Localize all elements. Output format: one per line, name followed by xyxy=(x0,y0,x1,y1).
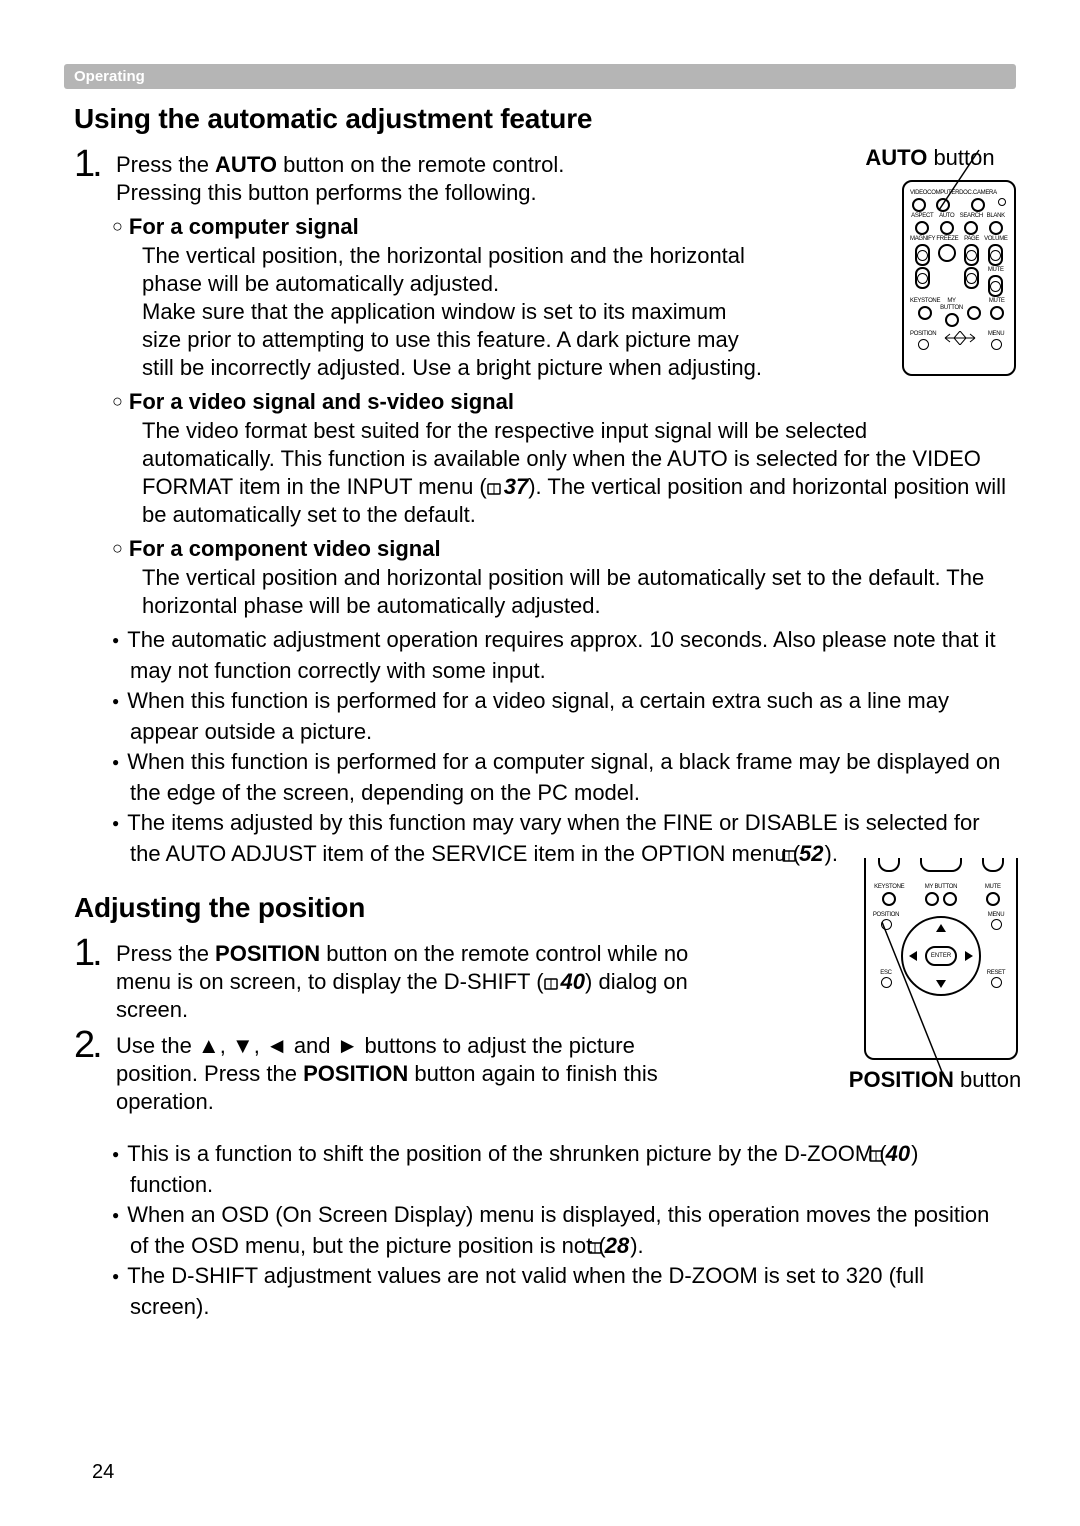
bullet-item: When this function is performed for a co… xyxy=(112,748,1006,807)
remote-illustration-auto: VIDEO COMPUTER DOC.CAMERA X ASPECT AUTO … xyxy=(902,180,1016,376)
bullet-item: The automatic adjustment operation requi… xyxy=(112,626,1006,685)
subhead-component-signal: For a component video signal xyxy=(112,535,1006,564)
subhead-computer-signal: For a computer signal xyxy=(112,213,1006,242)
auto-bullets: The automatic adjustment operation requi… xyxy=(74,626,1006,868)
bullet-item: When an OSD (On Screen Display) menu is … xyxy=(112,1201,1006,1260)
position-bullets: This is a function to shift the position… xyxy=(74,1140,1006,1321)
remote-illustration-position: KEYSTONE MY BUTTON MUTE POSITION ESC ENT… xyxy=(864,876,1018,1060)
para-component-signal: The vertical position and horizontal pos… xyxy=(142,564,1006,620)
page-number: 24 xyxy=(92,1461,114,1484)
bullet-item: When this function is performed for a vi… xyxy=(112,687,1006,746)
page-ref-icon: 40 xyxy=(544,968,585,996)
position-button-caption: POSITION button xyxy=(830,1066,1040,1094)
heading-auto: Using the automatic adjustment feature xyxy=(74,103,1006,135)
bullet-item: This is a function to shift the position… xyxy=(112,1140,1006,1199)
auto-button-caption: AUTO button xyxy=(840,144,1020,172)
page-ref-icon: 37 xyxy=(487,473,528,501)
para-video-signal: The video format best suited for the res… xyxy=(142,417,1006,529)
page-ref-icon: 28 xyxy=(606,1232,630,1260)
section-bar: Operating xyxy=(64,64,1016,89)
page-ref-icon: 40 xyxy=(887,1140,911,1168)
bullet-item: The D-SHIFT adjustment values are not va… xyxy=(112,1262,1006,1321)
page-ref-icon: 52 xyxy=(800,840,824,868)
para-computer-signal: The vertical position, the horizontal po… xyxy=(142,242,762,382)
subhead-video-signal: For a video signal and s-video signal xyxy=(112,388,1006,417)
